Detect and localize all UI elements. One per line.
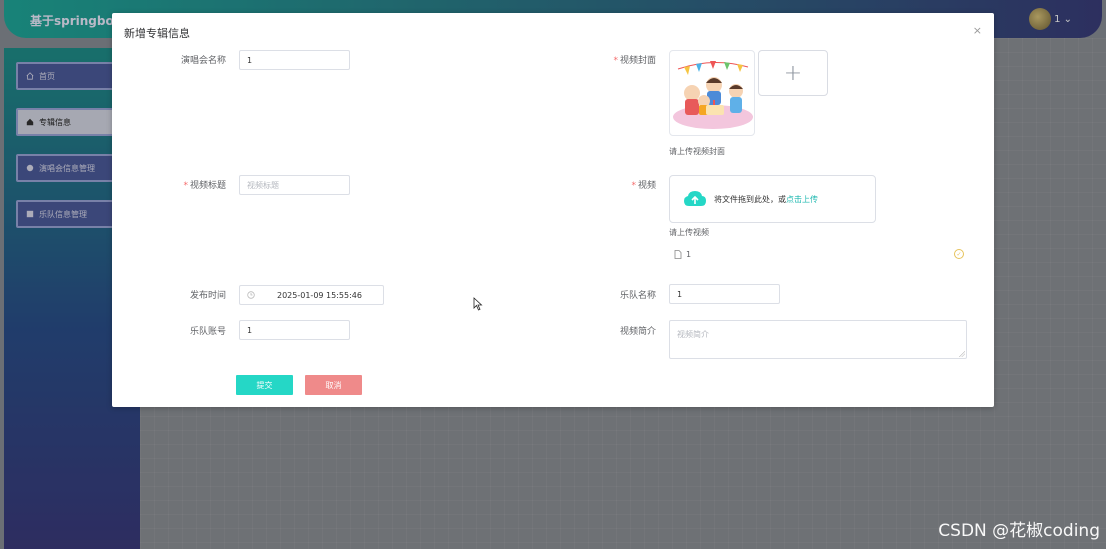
video-intro-label: 视频简介 [619,327,656,337]
upload-cloud-icon [684,191,706,206]
concert-name-input[interactable]: 1 [239,50,350,70]
video-label: * 视频 [631,181,656,191]
required-mark: * [631,181,636,191]
resize-handle[interactable] [959,351,965,357]
video-tip: 请上传视频 [669,228,709,237]
file-status-icon: ✓ [954,249,964,259]
video-title-label: * 视频标题 [183,181,226,191]
band-account-input[interactable]: 1 [239,320,350,340]
concert-name-label: 演唱会名称 [180,56,226,66]
band-name-label: 乐队名称 [619,291,656,301]
required-mark: * [183,181,188,191]
add-cover-button[interactable]: + [758,50,828,96]
mouse-cursor-icon [473,297,483,311]
publish-time-value: 2025-01-09 15:55:46 [277,290,362,300]
clock-icon [247,291,255,299]
required-mark: * [613,56,618,66]
party-illustration [673,61,753,129]
dialog-title: 新增专辑信息 [124,27,190,40]
video-dropzone[interactable]: 将文件拖到此处，或点击上传 [669,175,876,223]
video-cover-image[interactable] [669,50,755,136]
submit-button[interactable]: 提交 [236,375,293,395]
watermark: CSDN @花椒coding [938,521,1100,541]
band-account-label: 乐队账号 [189,327,226,337]
publish-time-label: 发布时间 [189,291,226,301]
publish-time-picker[interactable]: 2025-01-09 15:55:46 [239,285,384,305]
dropzone-text: 将文件拖到此处，或点击上传 [714,194,818,204]
textarea-placeholder: 视频简介 [677,330,709,339]
click-upload-link[interactable]: 点击上传 [786,195,818,204]
video-intro-textarea[interactable]: 视频简介 [669,320,967,359]
cancel-button[interactable]: 取消 [305,375,362,395]
band-name-input[interactable]: 1 [669,284,780,304]
document-icon [674,250,682,259]
file-name: 1 [686,250,692,259]
close-icon[interactable]: × [973,24,982,37]
cover-tip: 请上传视频封面 [669,147,725,156]
uploaded-file-item[interactable]: 1 [674,250,691,259]
video-title-input[interactable]: 视频标题 [239,175,350,195]
video-cover-label: * 视频封面 [613,56,656,66]
add-album-dialog: 新增专辑信息 × 演唱会名称 1 * 视频封面 + 请上传视频封面 * 视频标题 视… [112,13,994,407]
